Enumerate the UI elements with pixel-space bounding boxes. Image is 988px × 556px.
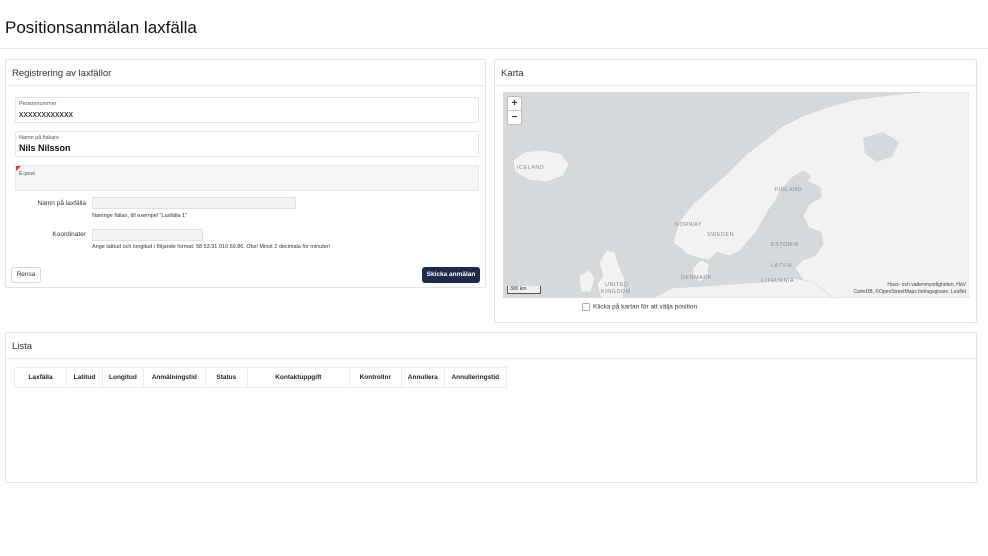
map-attribution: Havs- och vattenmyndigheten, HaV CartoDB… <box>853 282 966 296</box>
select-position-checkbox[interactable] <box>582 303 590 311</box>
coordinates-help: Ange latitud och longitud i följande for… <box>92 244 331 250</box>
col-kontrollnr[interactable]: Kontrollnr <box>348 367 402 388</box>
zoom-in-button[interactable]: + <box>508 97 521 110</box>
select-position-toggle[interactable]: Klicka på kartan för att välja position <box>582 303 697 311</box>
select-position-label: Klicka på kartan för att välja position <box>593 303 698 311</box>
map-label-latvia: LATVIA <box>771 263 793 269</box>
laxfalla-table: Laxfälla Latitud Longitud Anmälningstid … <box>14 367 507 388</box>
list-panel: Lista Laxfälla Latitud Longitud Anmälnin… <box>5 332 977 483</box>
title-divider <box>0 48 988 49</box>
map-label-sweden: SWEDEN <box>707 232 735 238</box>
col-latitud[interactable]: Latitud <box>66 367 103 388</box>
map-attribution-line1: Havs- och vattenmyndigheten, HaV <box>887 282 966 288</box>
map-label-uk-line2: KINGDOM <box>601 289 631 295</box>
col-kontaktuppgift[interactable]: Kontaktuppgift <box>246 367 350 388</box>
zoom-control: + − <box>507 96 522 125</box>
map-label-finland: FINLAND <box>775 187 803 193</box>
table-header-row: Laxfälla Latitud Longitud Anmälningstid … <box>14 367 507 388</box>
email-label: E-post <box>19 171 35 177</box>
personnummer-label: Personnummer <box>19 101 57 107</box>
page-title: Positionsanmälan laxfälla <box>5 18 197 37</box>
personnummer-value: xxxxxxxxxxxx <box>19 109 73 119</box>
fiskare-name-field[interactable]: Namn på fiskare Nils Nilsson <box>15 131 479 157</box>
reset-button[interactable]: Rensa <box>11 267 41 283</box>
map-scale-bar: 300 km <box>507 286 541 294</box>
map-label-norway: NORWAY <box>675 222 703 228</box>
fiskare-name-label: Namn på fiskare <box>19 135 60 141</box>
col-longitud[interactable]: Longitud <box>102 367 144 388</box>
col-laxfalla[interactable]: Laxfälla <box>14 367 67 388</box>
fiskare-name-value: Nils Nilsson <box>19 143 71 153</box>
col-annulleringstid[interactable]: Annulleringstid <box>443 367 507 388</box>
map-land-shapes <box>512 92 969 298</box>
laxfalla-name-input[interactable] <box>92 197 296 209</box>
map-label-denmark: DENMARK <box>681 275 713 281</box>
map-label-iceland: ICELAND <box>517 165 545 171</box>
list-panel-title: Lista <box>6 333 976 359</box>
registration-panel-title: Registrering av laxfällor <box>6 60 485 86</box>
col-anmalningstid[interactable]: Anmälningstid <box>142 367 206 388</box>
laxfalla-name-label: Namn på laxfälla <box>37 200 86 207</box>
col-annullera[interactable]: Annullera <box>400 367 445 388</box>
map-panel-title: Karta <box>495 60 976 86</box>
coordinates-label: Koordinater <box>52 231 86 238</box>
map-attribution-line2[interactable]: CartoDB, ©OpenStreetMaps bidragsgivare, … <box>853 289 966 296</box>
zoom-out-button[interactable]: − <box>508 111 521 124</box>
map-label-estonia: ESTONIA <box>771 242 799 248</box>
submit-button[interactable]: Skicka anmälan <box>422 267 480 283</box>
registration-panel: Registrering av laxfällor Personnummer x… <box>5 59 486 288</box>
map-panel: Karta + − ICELAND FINLAND NORWAY SWEDEN … <box>494 59 977 323</box>
email-field[interactable]: E-post <box>15 165 479 191</box>
map-label-uk-line1: UNITED <box>605 282 629 288</box>
map-view[interactable]: + − ICELAND FINLAND NORWAY SWEDEN ESTONI… <box>503 92 969 298</box>
laxfalla-name-help: Namnge fällan, till exempel "Laxfälla 1" <box>92 213 188 219</box>
personnummer-field[interactable]: Personnummer xxxxxxxxxxxx <box>15 97 479 123</box>
map-label-lithuania: LITHUANIA <box>761 278 795 284</box>
coordinates-input[interactable] <box>92 229 203 241</box>
col-status[interactable]: Status <box>204 367 248 388</box>
